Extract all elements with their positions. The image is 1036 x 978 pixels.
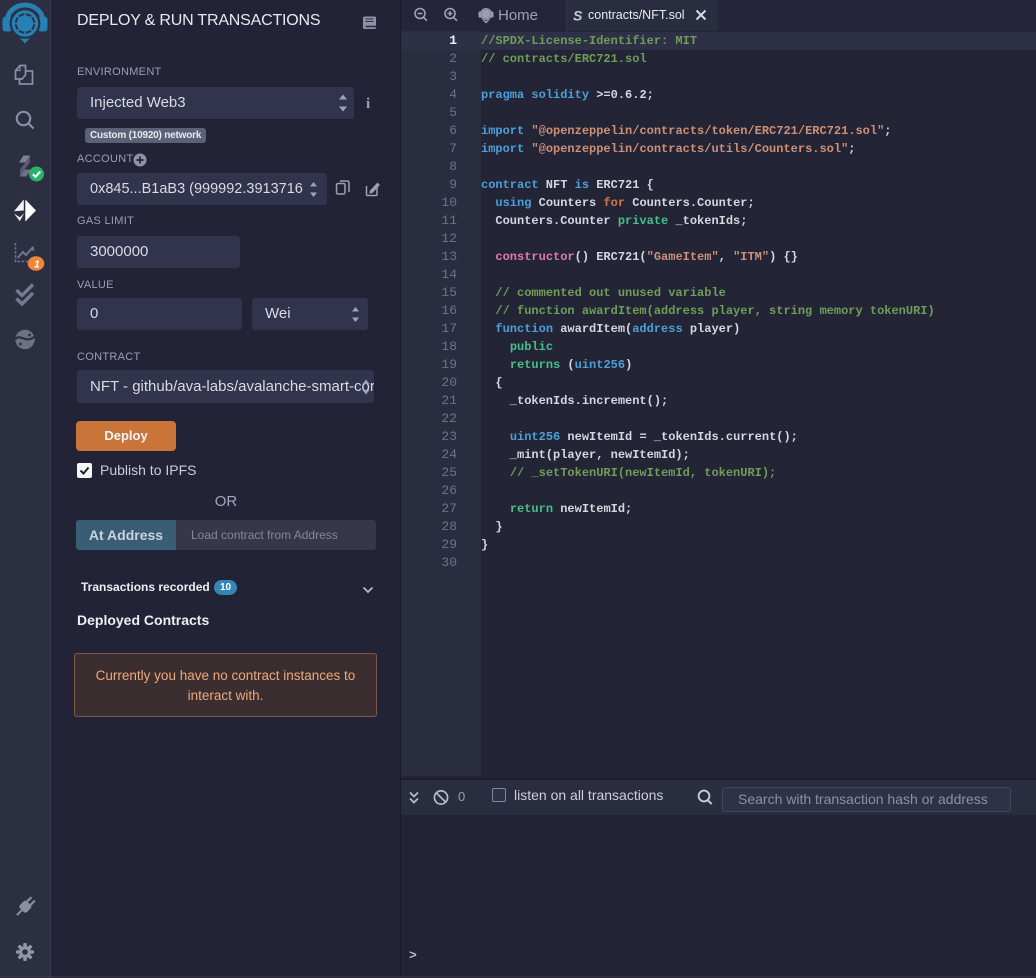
svg-text:1: 1 bbox=[34, 259, 40, 271]
svg-text:i: i bbox=[366, 96, 370, 112]
svg-text:S: S bbox=[573, 8, 583, 24]
